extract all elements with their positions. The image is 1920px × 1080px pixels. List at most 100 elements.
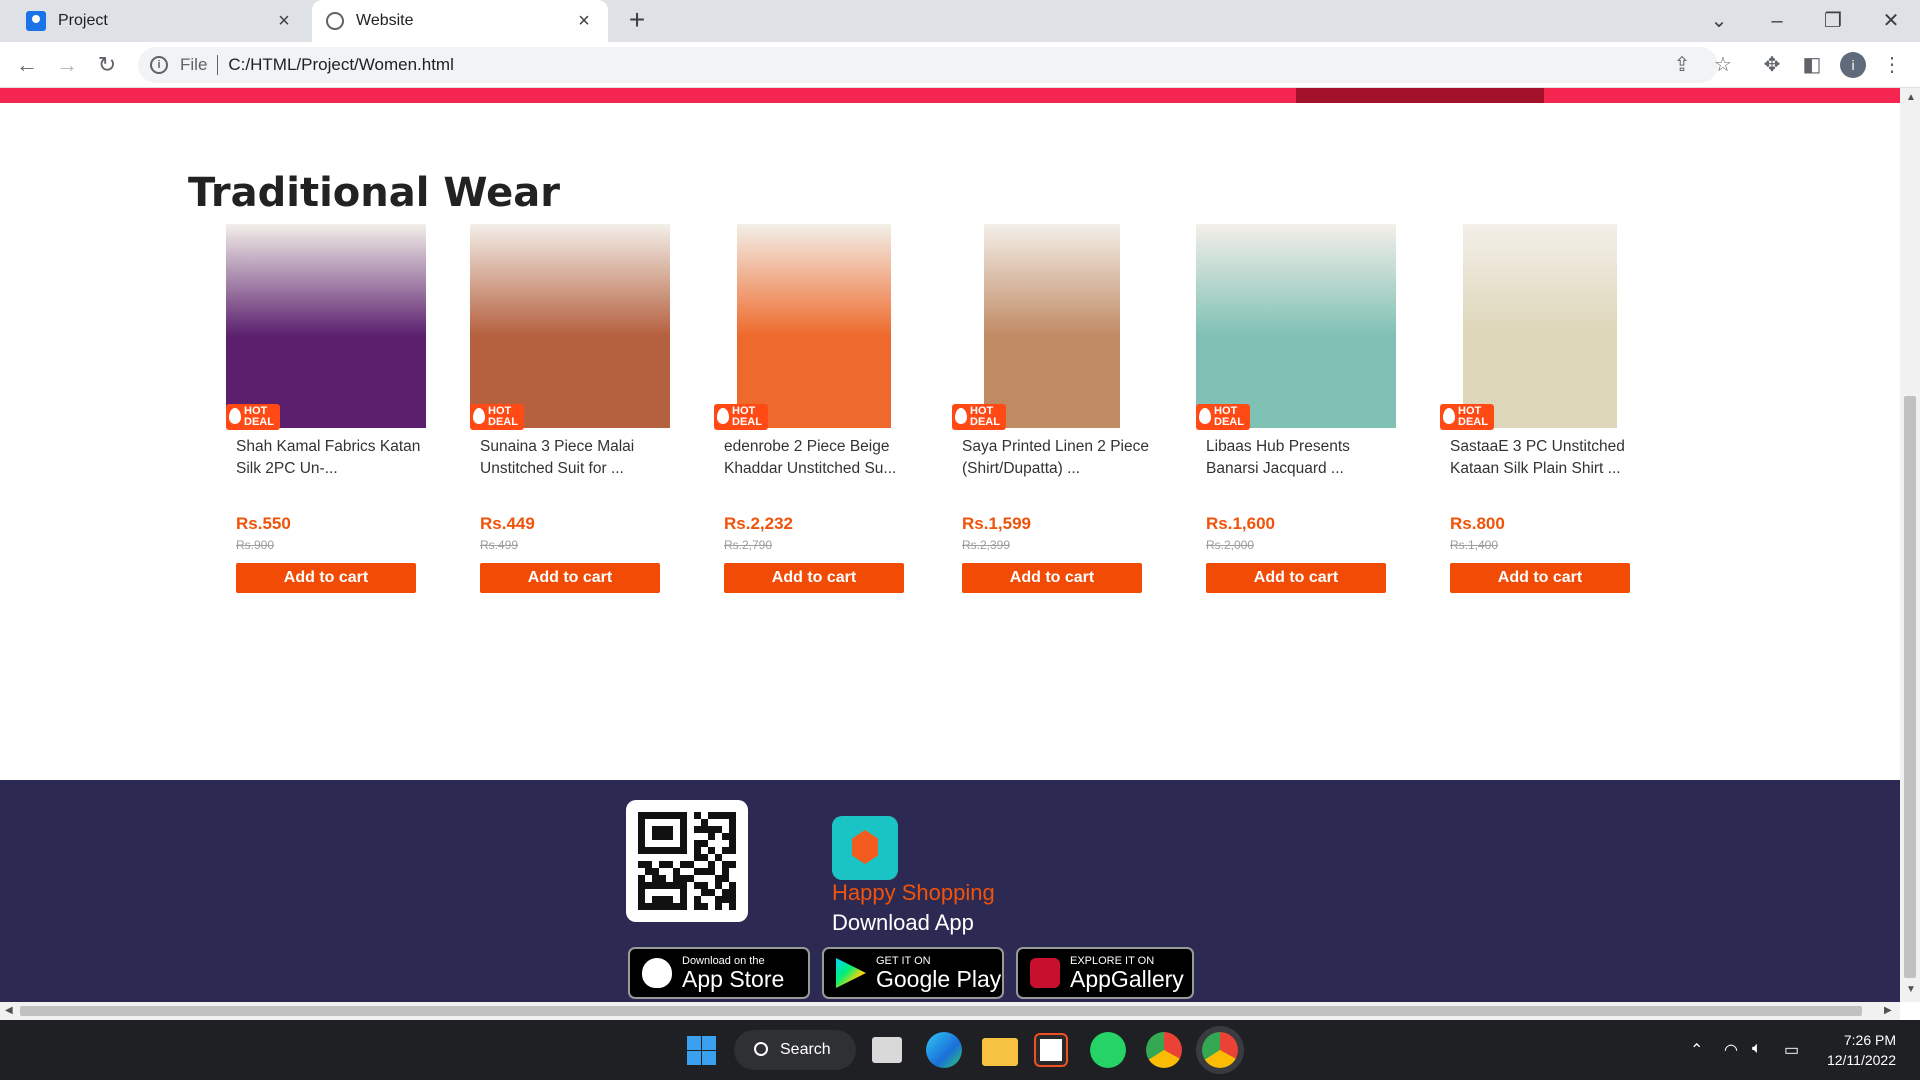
share-icon[interactable]: ⇪: [1670, 53, 1694, 77]
qr-module: [659, 812, 666, 819]
qr-module: [666, 875, 673, 882]
qr-module: [722, 875, 729, 882]
product-card[interactable]: HOT DEAL Sunaina 3 Piece Malai Unstitched…: [470, 224, 670, 604]
horizontal-scrollbar[interactable]: ◀ ▶: [0, 1002, 1900, 1020]
qr-module: [680, 896, 687, 903]
chrome-icon[interactable]: [1146, 1032, 1182, 1068]
qr-module: [666, 847, 673, 854]
qr-module: [645, 882, 652, 889]
url-text[interactable]: C:/HTML/Project/Women.html: [228, 55, 453, 75]
file-explorer-icon[interactable]: [982, 1038, 1018, 1066]
windows-start-icon[interactable]: [683, 1032, 719, 1068]
qr-module: [652, 833, 659, 840]
product-price: Rs.2,232: [724, 514, 793, 533]
battery-icon[interactable]: ▭: [1784, 1040, 1799, 1060]
product-image[interactable]: [470, 224, 670, 428]
edge-browser-icon[interactable]: [926, 1032, 962, 1068]
product-image[interactable]: [984, 224, 1120, 428]
product-name[interactable]: edenrobe 2 Piece Beige Khaddar Unstitche…: [724, 436, 914, 480]
app-store-button[interactable]: Download on the App Store: [628, 947, 810, 999]
qr-module: [715, 875, 722, 882]
profile-avatar[interactable]: i: [1840, 52, 1866, 78]
qr-module: [722, 903, 729, 910]
app-gallery-button[interactable]: EXPLORE IT ON AppGallery: [1016, 947, 1194, 999]
product-card[interactable]: HOT DEAL Libaas Hub Presents Banarsi Jacq…: [1196, 224, 1396, 604]
product-name[interactable]: SastaaE 3 PC Unstitched Kataan Silk Plai…: [1450, 436, 1640, 480]
minimize-icon[interactable]: –: [1762, 6, 1792, 36]
tab-search-icon[interactable]: ⌄: [1704, 6, 1734, 36]
add-to-cart-button[interactable]: Add to cart: [1206, 563, 1386, 593]
back-icon[interactable]: ←: [12, 50, 42, 80]
menu-kebab-icon[interactable]: ⋮: [1880, 53, 1904, 77]
wifi-icon[interactable]: ◠: [1724, 1040, 1738, 1060]
tab-project[interactable]: Project ×: [0, 0, 308, 42]
scrollbar-thumb[interactable]: [1904, 396, 1916, 978]
info-icon[interactable]: i: [150, 56, 168, 74]
qr-module: [722, 833, 729, 840]
flame-icon: [717, 408, 729, 424]
system-clock[interactable]: 7:26 PM 12/11/2022: [1826, 1030, 1896, 1070]
reload-icon[interactable]: ↻: [92, 50, 122, 80]
add-to-cart-button[interactable]: Add to cart: [962, 563, 1142, 593]
taskbar-search[interactable]: Search: [734, 1030, 856, 1070]
qr-module: [701, 819, 708, 826]
scroll-left-icon[interactable]: ◀: [5, 1005, 13, 1016]
window-close-icon[interactable]: ✕: [1876, 6, 1906, 36]
vertical-scrollbar[interactable]: ▲ ▼: [1900, 88, 1920, 1002]
whatsapp-icon[interactable]: [1090, 1032, 1126, 1068]
product-image[interactable]: [226, 224, 426, 428]
flame-icon: [473, 408, 485, 424]
forward-icon[interactable]: →: [52, 50, 82, 80]
scroll-up-icon[interactable]: ▲: [1906, 92, 1916, 103]
qr-module: [729, 847, 736, 854]
product-name[interactable]: Shah Kamal Fabrics Katan Silk 2PC Un-...: [236, 436, 426, 480]
qr-module: [722, 819, 729, 826]
qr-module: [680, 875, 687, 882]
new-tab-button[interactable]: +: [624, 6, 650, 34]
volume-icon[interactable]: 🔈︎: [1752, 1040, 1762, 1058]
scrollbar-thumb[interactable]: [20, 1006, 1862, 1016]
add-to-cart-button[interactable]: Add to cart: [724, 563, 904, 593]
product-name[interactable]: Saya Printed Linen 2 Piece (Shirt/Dupatt…: [962, 436, 1152, 480]
store-big-text: AppGallery: [1070, 965, 1184, 992]
qr-module: [701, 861, 708, 868]
product-price: Rs.1,599: [962, 514, 1031, 533]
scroll-right-icon[interactable]: ▶: [1884, 1005, 1892, 1016]
tab-website[interactable]: Website ×: [312, 0, 608, 42]
product-image[interactable]: [1196, 224, 1396, 428]
add-to-cart-button[interactable]: Add to cart: [480, 563, 660, 593]
product-card[interactable]: HOT DEAL edenrobe 2 Piece Beige Khaddar U…: [714, 224, 914, 604]
globe-icon: [326, 12, 344, 30]
product-image[interactable]: [737, 224, 891, 428]
product-name[interactable]: Sunaina 3 Piece Malai Unstitched Suit fo…: [480, 436, 670, 480]
product-card[interactable]: HOT DEAL Shah Kamal Fabrics Katan Silk 2P…: [226, 224, 426, 604]
task-view-icon[interactable]: [872, 1037, 902, 1063]
product-name[interactable]: Libaas Hub Presents Banarsi Jacquard ...: [1206, 436, 1396, 480]
extensions-icon[interactable]: ✥: [1760, 53, 1784, 77]
qr-module: [729, 896, 736, 903]
chevron-up-icon[interactable]: ⌃: [1690, 1040, 1703, 1060]
add-to-cart-button[interactable]: Add to cart: [236, 563, 416, 593]
qr-module: [659, 861, 666, 868]
qr-module: [729, 840, 736, 847]
side-panel-icon[interactable]: ◧: [1800, 53, 1824, 77]
bookmark-star-icon[interactable]: ☆: [1711, 53, 1735, 77]
microsoft-store-icon[interactable]: [1034, 1033, 1068, 1067]
qr-module: [715, 847, 722, 854]
add-to-cart-button[interactable]: Add to cart: [1450, 563, 1630, 593]
qr-module: [638, 847, 645, 854]
product-card[interactable]: HOT DEAL Saya Printed Linen 2 Piece (Shir…: [952, 224, 1152, 604]
chrome-profile-icon[interactable]: [1202, 1032, 1238, 1068]
address-bar[interactable]: i File C:/HTML/Project/Women.html: [138, 47, 1718, 83]
product-card[interactable]: HOT DEAL SastaaE 3 PC Unstitched Kataan S…: [1440, 224, 1640, 604]
qr-module: [645, 812, 652, 819]
google-play-button[interactable]: GET IT ON Google Play: [822, 947, 1004, 999]
qr-module: [694, 889, 701, 896]
qr-module: [673, 854, 680, 861]
restore-icon[interactable]: ❐: [1818, 6, 1848, 36]
product-image[interactable]: [1463, 224, 1617, 428]
scroll-down-icon[interactable]: ▼: [1906, 984, 1916, 995]
qr-module: [694, 882, 701, 889]
close-icon[interactable]: ×: [574, 11, 594, 31]
close-icon[interactable]: ×: [274, 11, 294, 31]
